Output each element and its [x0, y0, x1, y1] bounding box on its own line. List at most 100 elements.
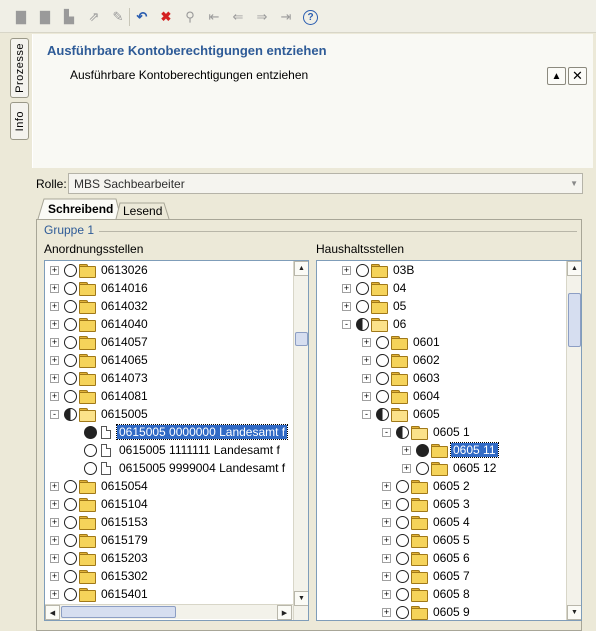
tree-node-row[interactable]: +0605 2 — [382, 477, 472, 495]
permission-state-icon[interactable] — [84, 461, 97, 475]
close-button[interactable]: ✕ — [568, 67, 587, 85]
tree-node-row[interactable]: +0614065 — [50, 351, 150, 369]
tree-leaf-row[interactable]: 0615005 0000000 Landesamt f — [70, 423, 289, 441]
expand-icon[interactable]: + — [362, 337, 371, 347]
expand-icon[interactable]: + — [382, 607, 391, 617]
anordnungsstellen-tree[interactable]: +0613026 +0614016 +0614032 +0614040 +0614057… — [44, 260, 309, 621]
undo-icon[interactable]: ↶ — [134, 9, 150, 25]
expand-icon[interactable]: + — [50, 553, 59, 563]
permission-state-icon[interactable] — [376, 353, 389, 367]
last-icon[interactable]: ⇥ — [278, 9, 294, 25]
tab-info[interactable]: Info — [10, 102, 29, 140]
edit-icon[interactable]: ✎ — [110, 9, 126, 25]
expand-icon[interactable]: + — [50, 481, 59, 491]
scroll-down-button[interactable]: ▼ — [567, 605, 581, 620]
tree-node-row[interactable]: +0615153 — [50, 513, 150, 531]
tree-node-row[interactable]: +0615179 — [50, 531, 150, 549]
permission-state-icon[interactable] — [64, 389, 77, 403]
permission-state-icon[interactable] — [64, 353, 77, 367]
permission-state-icon[interactable] — [396, 569, 409, 583]
expand-icon[interactable]: + — [50, 517, 59, 527]
permission-state-icon[interactable] — [64, 335, 77, 349]
tree-node-row[interactable]: +03B — [342, 261, 416, 279]
permission-state-icon[interactable] — [64, 587, 77, 601]
permission-state-icon[interactable] — [376, 335, 389, 349]
tree-node-row[interactable]: +0615104 — [50, 495, 150, 513]
permission-state-icon[interactable] — [84, 443, 97, 457]
vertical-scrollbar[interactable]: ▲ ▼ — [293, 261, 308, 620]
permission-state-icon[interactable] — [64, 497, 77, 511]
permission-state-icon[interactable] — [396, 533, 409, 547]
expand-icon[interactable]: + — [402, 445, 411, 455]
collapse-icon[interactable]: - — [362, 409, 371, 419]
expand-icon[interactable]: + — [382, 481, 391, 491]
search-icon[interactable]: ⚲ — [182, 9, 198, 25]
expand-icon[interactable]: + — [342, 283, 351, 293]
expand-icon[interactable]: + — [50, 337, 59, 347]
tree-node-row[interactable]: +0602 — [362, 351, 442, 369]
permission-state-icon[interactable] — [396, 551, 409, 565]
tree-node-row[interactable]: +04 — [342, 279, 408, 297]
tree-node-row[interactable]: - 0605 1 — [382, 423, 472, 441]
tree-node-row[interactable]: +0605 3 — [382, 495, 472, 513]
expand-icon[interactable]: + — [382, 553, 391, 563]
permission-state-icon[interactable] — [356, 263, 369, 277]
tree-node-row[interactable]: +0615203 — [50, 549, 150, 567]
scroll-left-button[interactable]: ◀ — [45, 605, 60, 620]
tab-prozesse[interactable]: Prozesse — [10, 38, 29, 98]
permission-state-icon[interactable] — [64, 299, 77, 313]
permission-state-icon[interactable] — [376, 407, 389, 421]
expand-icon[interactable]: + — [50, 319, 59, 329]
collapse-icon[interactable]: - — [382, 427, 391, 437]
tree-node-row[interactable]: +0604 — [362, 387, 442, 405]
new-icon[interactable]: ▇ — [13, 9, 29, 25]
expand-icon[interactable]: + — [362, 373, 371, 383]
tree-node-row[interactable]: +0614016 — [50, 279, 150, 297]
expand-icon[interactable]: + — [50, 589, 59, 599]
expand-icon[interactable]: + — [382, 517, 391, 527]
scroll-up-button[interactable]: ▲ — [567, 261, 581, 276]
delete-icon[interactable]: ✖ — [158, 9, 174, 25]
expand-icon[interactable]: + — [50, 355, 59, 365]
permission-state-icon[interactable] — [416, 461, 429, 475]
tree-node-row[interactable]: +0614057 — [50, 333, 150, 351]
tree-node-row[interactable]: +0614040 — [50, 315, 150, 333]
tree-node-row[interactable]: +0614032 — [50, 297, 150, 315]
permission-state-icon[interactable] — [416, 443, 429, 457]
scroll-thumb[interactable] — [568, 293, 581, 347]
tree-node-row[interactable]: +05 — [342, 297, 408, 315]
permission-state-icon[interactable] — [396, 587, 409, 601]
permission-state-icon[interactable] — [64, 407, 77, 421]
expand-icon[interactable]: + — [362, 391, 371, 401]
tree-node-row[interactable]: +0614073 — [50, 369, 150, 387]
hscroll-thumb[interactable] — [61, 606, 176, 618]
expand-icon[interactable]: + — [50, 391, 59, 401]
permission-state-icon[interactable] — [356, 317, 369, 331]
help-icon[interactable]: ? — [303, 10, 318, 25]
tab-schreibend[interactable]: Schreibend — [48, 198, 113, 220]
permission-state-icon[interactable] — [64, 533, 77, 547]
tree-node-row[interactable]: - 0605 — [362, 405, 442, 423]
expand-icon[interactable]: + — [50, 265, 59, 275]
permission-state-icon[interactable] — [64, 551, 77, 565]
permission-state-icon[interactable] — [64, 371, 77, 385]
expand-icon[interactable]: + — [342, 301, 351, 311]
tree-node-row[interactable]: +0615302 — [50, 567, 150, 585]
tree-node-row[interactable]: - 06 — [342, 315, 408, 333]
collapse-icon[interactable]: - — [50, 409, 59, 419]
tree-leaf-row[interactable]: 0615005 9999004 Landesamt f — [70, 459, 287, 477]
expand-icon[interactable]: + — [382, 589, 391, 599]
permission-state-icon[interactable] — [396, 425, 409, 439]
tree-node-row[interactable]: +0605 7 — [382, 567, 472, 585]
permission-state-icon[interactable] — [64, 479, 77, 493]
permission-state-icon[interactable] — [64, 281, 77, 295]
tree-node-row[interactable]: +0605 4 — [382, 513, 472, 531]
scroll-thumb[interactable] — [295, 332, 308, 346]
permission-state-icon[interactable] — [64, 515, 77, 529]
tree-node-row[interactable]: +0605 5 — [382, 531, 472, 549]
print-icon[interactable]: ▙ — [61, 9, 77, 25]
first-icon[interactable]: ⇤ — [206, 9, 222, 25]
scroll-up-button[interactable]: ▲ — [294, 261, 308, 276]
expand-icon[interactable]: + — [382, 499, 391, 509]
expand-icon[interactable]: + — [362, 355, 371, 365]
